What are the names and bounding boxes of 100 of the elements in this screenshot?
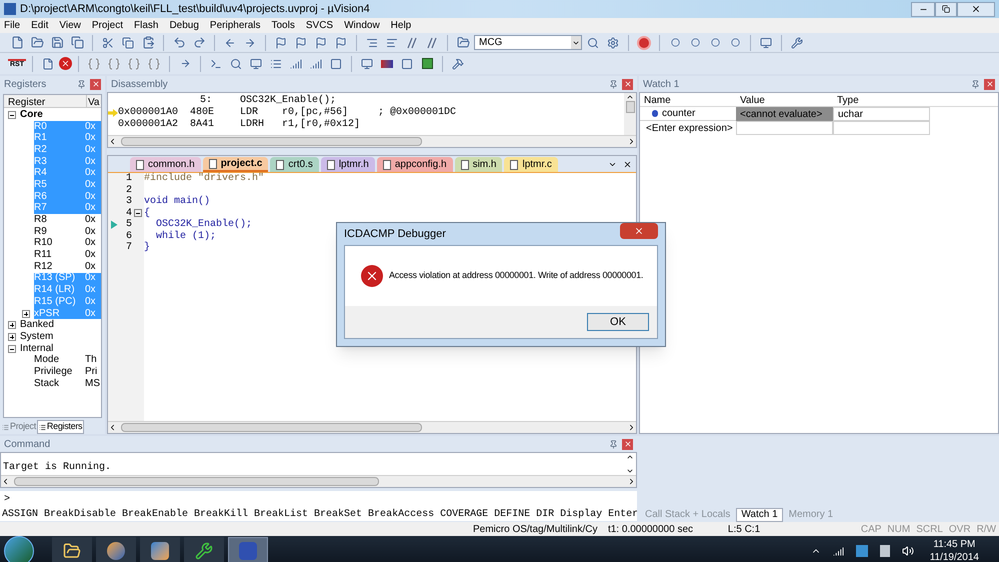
ok-button[interactable]: OK: [587, 313, 649, 331]
expand-toggle[interactable]: [22, 310, 30, 318]
collapse-toggle[interactable]: [8, 110, 16, 119]
stop-icon[interactable]: [59, 57, 72, 70]
restore-button[interactable]: [935, 2, 957, 16]
command-input[interactable]: >: [0, 491, 637, 507]
register-row[interactable]: R9 0x: [34, 226, 101, 238]
debug-icon[interactable]: [635, 34, 653, 52]
tools-taskbar-icon[interactable]: [184, 537, 224, 562]
close-button[interactable]: [622, 438, 633, 450]
pin-icon[interactable]: [77, 80, 86, 88]
register-row[interactable]: R10 0x: [34, 238, 101, 250]
scroll-left-icon[interactable]: [108, 423, 117, 432]
menu-item[interactable]: SVCS: [306, 18, 334, 33]
horizontal-scrollbar[interactable]: [108, 135, 636, 147]
close-icon[interactable]: [623, 160, 632, 169]
register-row[interactable]: Mode Th: [34, 354, 101, 366]
column-header[interactable]: Register: [4, 95, 87, 107]
column-header[interactable]: Va: [87, 95, 101, 107]
expand-toggle[interactable]: [8, 321, 16, 330]
file-tab[interactable]: project.c: [202, 157, 268, 172]
start-button[interactable]: [4, 536, 34, 562]
menu-item[interactable]: Debug: [169, 18, 199, 33]
menu-item[interactable]: File: [4, 18, 20, 33]
file-tab[interactable]: lptmr.h: [320, 157, 375, 172]
menu-item[interactable]: View: [59, 18, 81, 33]
menu-item[interactable]: Peripherals: [210, 18, 260, 33]
pin-icon[interactable]: [609, 440, 618, 448]
column-header[interactable]: Type: [833, 93, 930, 106]
folder-taskbar-icon[interactable]: [52, 537, 92, 562]
volume-icon[interactable]: [902, 545, 914, 557]
menu-item[interactable]: Flash: [134, 18, 158, 33]
line-number: 7: [124, 241, 132, 256]
code-line: #include "drivers.h": [144, 172, 264, 186]
register-value: 0x: [85, 250, 97, 260]
status-indicator: R/W: [976, 522, 998, 536]
file-tab[interactable]: common.h: [130, 157, 201, 172]
watch-type: uchar: [833, 107, 930, 121]
register-group[interactable]: System: [20, 332, 54, 342]
register-value: 0x: [85, 144, 97, 155]
line-number: 1: [124, 172, 132, 185]
scroll-up-icon[interactable]: [626, 93, 634, 101]
dialog-message: Access violation at address 00000001. Write of address 00000001.: [389, 269, 644, 282]
pin-icon[interactable]: [609, 80, 618, 88]
column-header[interactable]: Value: [736, 93, 833, 106]
vertical-scrollbar[interactable]: [624, 93, 636, 135]
status-indicator: CAP: [860, 522, 882, 536]
horizontal-scrollbar[interactable]: [108, 421, 636, 433]
clock-time[interactable]: 11:45 PM: [933, 538, 976, 551]
register-value: Th: [85, 355, 98, 366]
register-row[interactable]: R12 0x: [34, 260, 101, 273]
horizontal-scrollbar[interactable]: [1, 475, 636, 487]
close-icon: [971, 4, 981, 14]
scroll-left-icon[interactable]: [108, 137, 117, 146]
close-icon: [624, 80, 632, 88]
close-button[interactable]: [622, 78, 633, 90]
register-value: 0x: [85, 262, 97, 272]
register-name: R15 (PC): [34, 296, 77, 307]
panel-tab[interactable]: Watch 1: [736, 508, 783, 522]
file-tab[interactable]: crt0.s: [270, 157, 319, 172]
column-header[interactable]: Name: [640, 93, 736, 106]
clock-date[interactable]: 11/19/2014: [930, 551, 979, 562]
scroll-right-icon[interactable]: [627, 477, 636, 486]
menu-item[interactable]: Project: [92, 18, 123, 33]
panel-tab[interactable]: Project: [1, 420, 37, 434]
scroll-left-icon[interactable]: [1, 477, 10, 486]
register-value: 0x: [85, 122, 97, 132]
menu-item[interactable]: Edit: [31, 18, 48, 33]
file-tab[interactable]: lptmr.c: [504, 157, 558, 172]
file-tab[interactable]: sim.h: [454, 157, 502, 172]
fold-toggle[interactable]: [134, 209, 142, 218]
pin-icon[interactable]: [971, 80, 980, 88]
register-row[interactable]: Stack MS: [34, 378, 101, 390]
tab-list-icon[interactable]: [608, 160, 617, 169]
close-button[interactable]: [984, 78, 995, 90]
menu-item[interactable]: Tools: [272, 18, 295, 33]
register-group[interactable]: Internal: [20, 344, 54, 354]
expand-toggle[interactable]: [8, 332, 16, 341]
register-value: 0x: [85, 215, 97, 226]
menu-item[interactable]: Help: [390, 18, 412, 33]
register-group[interactable]: Banked: [20, 320, 54, 330]
panel-tab[interactable]: Registers: [36, 420, 84, 434]
code-line: {: [144, 206, 150, 221]
file-tab[interactable]: appconfig.h: [376, 157, 453, 172]
collapse-toggle[interactable]: [8, 344, 16, 353]
target-combo[interactable]: MCG: [474, 35, 582, 50]
watch-name: counter: [662, 107, 696, 121]
register-group[interactable]: Core: [20, 110, 43, 120]
close-button[interactable]: [957, 2, 995, 16]
register-row[interactable]: R11 0x: [34, 249, 101, 261]
scroll-right-icon[interactable]: [627, 137, 636, 146]
status-indicator: NUM: [886, 522, 912, 536]
scroll-down-icon[interactable]: [626, 467, 634, 475]
register-row[interactable]: Privilege Pri: [34, 366, 101, 378]
menu-item[interactable]: Window: [344, 18, 380, 33]
close-button[interactable]: [620, 223, 658, 239]
scroll-up-icon[interactable]: [626, 453, 634, 461]
close-button[interactable]: [90, 78, 101, 90]
register-row[interactable]: R8 0x: [34, 214, 101, 226]
scroll-right-icon[interactable]: [627, 423, 636, 432]
